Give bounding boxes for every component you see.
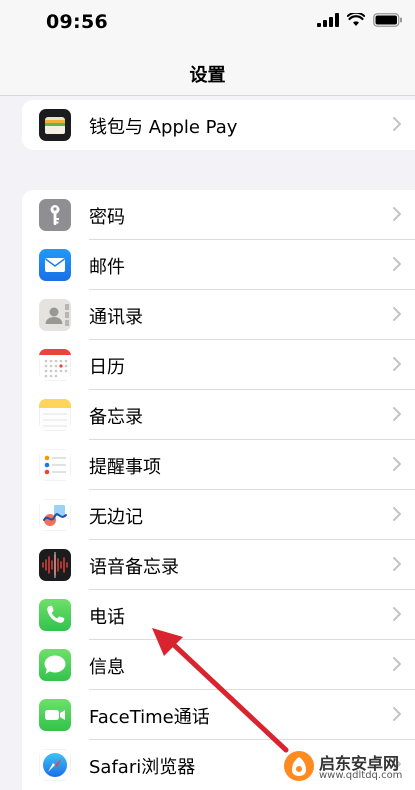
- settings-row-label: 语音备忘录: [89, 557, 179, 578]
- status-bar: 09:56: [0, 0, 415, 48]
- site-watermark: 启东安卓网 www.qdltdq.com: [281, 748, 407, 784]
- chevron-right-icon: [393, 507, 401, 521]
- settings-row-label: 邮件: [89, 257, 125, 278]
- battery-icon: [373, 13, 402, 27]
- mail-icon: [39, 249, 71, 281]
- settings-row-mail[interactable]: 邮件: [22, 240, 415, 290]
- voice-memos-icon: [39, 549, 71, 581]
- settings-row-voice-memos[interactable]: 语音备忘录: [22, 540, 415, 590]
- watermark-logo-icon: [284, 751, 314, 781]
- settings-row-reminders[interactable]: 提醒事项: [22, 440, 415, 490]
- page-title: 设置: [189, 65, 226, 86]
- chevron-right-icon: [393, 357, 401, 371]
- wallet-icon: [39, 109, 71, 141]
- chevron-right-icon: [393, 557, 401, 571]
- watermark-url: www.qdltdq.com: [319, 770, 403, 781]
- settings-row-label: Safari浏览器: [89, 757, 196, 778]
- settings-row-label: 无边记: [89, 507, 143, 528]
- settings-row-notes[interactable]: 备忘录: [22, 390, 415, 440]
- phone-icon: [39, 599, 71, 631]
- chevron-right-icon: [393, 607, 401, 621]
- settings-row-label: 日历: [89, 357, 125, 378]
- settings-row-facetime[interactable]: FaceTime通话: [22, 690, 415, 740]
- facetime-icon: [39, 699, 71, 731]
- settings-row-label: 信息: [89, 657, 125, 678]
- chevron-right-icon: [393, 407, 401, 421]
- settings-row-label: 电话: [89, 607, 125, 628]
- settings-row-label: 备忘录: [89, 407, 143, 428]
- cellular-signal-icon: [317, 13, 339, 27]
- settings-row-messages[interactable]: 信息: [22, 640, 415, 690]
- settings-row-label: 钱包与 Apple Pay: [89, 117, 238, 138]
- messages-icon: [39, 649, 71, 681]
- chevron-right-icon: [393, 657, 401, 671]
- chevron-right-icon: [393, 117, 401, 131]
- settings-row-label: 通讯录: [89, 307, 143, 328]
- safari-icon: [39, 749, 71, 781]
- key-icon: [39, 199, 71, 231]
- wifi-icon: [347, 13, 365, 26]
- chevron-right-icon: [393, 307, 401, 321]
- chevron-right-icon: [393, 707, 401, 721]
- chevron-right-icon: [393, 257, 401, 271]
- settings-row-calendar[interactable]: 日历: [22, 340, 415, 390]
- chevron-right-icon: [393, 457, 401, 471]
- status-time: 09:56: [46, 11, 108, 33]
- settings-row-label: FaceTime通话: [89, 707, 210, 728]
- settings-row-phone[interactable]: 电话: [22, 590, 415, 640]
- notes-icon: [39, 399, 71, 431]
- status-icons: [317, 13, 403, 27]
- reminders-icon: [39, 449, 71, 481]
- settings-row-passwords[interactable]: 密码: [22, 190, 415, 240]
- settings-row-label: 提醒事项: [89, 457, 161, 478]
- chevron-right-icon: [393, 207, 401, 221]
- settings-row-contacts[interactable]: 通讯录: [22, 290, 415, 340]
- settings-row-label: 密码: [89, 207, 125, 228]
- freeform-icon: [39, 499, 71, 531]
- contacts-icon: [39, 299, 71, 331]
- calendar-icon: [39, 349, 71, 381]
- apps-settings-group: 密码 邮件 通讯录 日历 备忘录 提醒事项 无边记 语音备忘录 电话 信息 Fa…: [22, 190, 415, 790]
- settings-row-wallet[interactable]: 钱包与 Apple Pay: [22, 100, 415, 150]
- settings-row-freeform[interactable]: 无边记: [22, 490, 415, 540]
- navigation-bar: 设置: [0, 48, 415, 96]
- wallet-settings-group: 钱包与 Apple Pay: [22, 100, 415, 150]
